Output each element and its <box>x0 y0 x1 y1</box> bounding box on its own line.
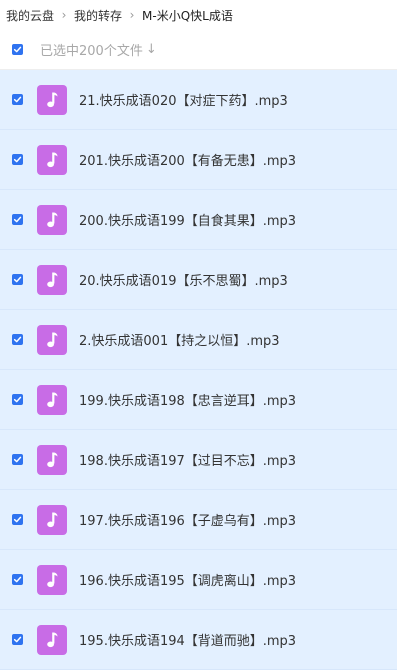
music-note-glyph-icon <box>47 452 58 467</box>
file-checkbox[interactable] <box>12 274 23 285</box>
file-row[interactable]: 21.快乐成语020【对症下药】.mp3 <box>0 70 397 130</box>
music-note-icon <box>37 324 67 355</box>
music-note-glyph-icon <box>47 572 58 587</box>
file-row[interactable]: 195.快乐成语194【背道而驰】.mp3 <box>0 610 397 670</box>
file-name: 199.快乐成语198【忠言逆耳】.mp3 <box>79 394 297 409</box>
check-icon <box>13 636 22 643</box>
file-row[interactable]: 197.快乐成语196【子虚乌有】.mp3 <box>0 490 397 550</box>
music-note-glyph-icon <box>47 92 58 107</box>
file-checkbox[interactable] <box>12 334 23 345</box>
file-list: 21.快乐成语020【对症下药】.mp3 201.快乐成语200【有备无患】.mp… <box>0 70 397 670</box>
music-note-icon <box>37 204 67 235</box>
music-note-glyph-icon <box>47 632 58 647</box>
select-all-checkbox[interactable] <box>12 44 23 55</box>
file-name: 21.快乐成语020【对症下药】.mp3 <box>79 94 288 109</box>
music-note-icon <box>37 264 67 295</box>
music-note-glyph-icon <box>47 332 58 347</box>
file-row[interactable]: 201.快乐成语200【有备无患】.mp3 <box>0 130 397 190</box>
music-note-glyph-icon <box>47 392 58 407</box>
check-icon <box>13 46 22 53</box>
file-name: 197.快乐成语196【子虚乌有】.mp3 <box>79 514 297 529</box>
file-row[interactable]: 200.快乐成语199【自食其果】.mp3 <box>0 190 397 250</box>
file-name: 198.快乐成语197【过目不忘】.mp3 <box>79 454 297 469</box>
file-checkbox[interactable] <box>12 454 23 465</box>
music-note-icon <box>37 624 67 655</box>
music-note-glyph-icon <box>47 512 58 527</box>
selected-count-label: 已选中200个文件 <box>40 44 143 59</box>
music-note-icon <box>37 84 67 115</box>
music-note-icon <box>37 504 67 535</box>
check-icon <box>13 456 22 463</box>
breadcrumb-item-current-folder: M-米小Q快L成语 <box>142 8 233 23</box>
file-name: 196.快乐成语195【调虎离山】.mp3 <box>79 574 297 589</box>
file-name: 201.快乐成语200【有备无患】.mp3 <box>79 154 297 169</box>
file-checkbox[interactable] <box>12 574 23 585</box>
breadcrumb: 我的云盘 › 我的转存 › M-米小Q快L成语 <box>0 0 397 30</box>
sort-arrow-icon[interactable]: ↓ <box>146 42 157 57</box>
check-icon <box>13 396 22 403</box>
music-note-icon <box>37 444 67 475</box>
breadcrumb-item-my-transfers[interactable]: 我的转存 <box>74 7 122 24</box>
file-name: 2.快乐成语001【持之以恒】.mp3 <box>79 334 280 349</box>
check-icon <box>13 156 22 163</box>
file-row[interactable]: 2.快乐成语001【持之以恒】.mp3 <box>0 310 397 370</box>
file-row[interactable]: 199.快乐成语198【忠言逆耳】.mp3 <box>0 370 397 430</box>
breadcrumb-item-my-cloud[interactable]: 我的云盘 <box>6 7 54 24</box>
music-note-glyph-icon <box>47 212 58 227</box>
check-icon <box>13 96 22 103</box>
file-checkbox[interactable] <box>12 94 23 105</box>
music-note-glyph-icon <box>47 272 58 287</box>
check-icon <box>13 276 22 283</box>
file-name: 200.快乐成语199【自食其果】.mp3 <box>79 214 297 229</box>
file-checkbox[interactable] <box>12 394 23 405</box>
music-note-icon <box>37 564 67 595</box>
music-note-glyph-icon <box>47 152 58 167</box>
music-note-icon <box>37 384 67 415</box>
file-checkbox[interactable] <box>12 154 23 165</box>
file-checkbox[interactable] <box>12 514 23 525</box>
file-checkbox[interactable] <box>12 214 23 225</box>
music-note-icon <box>37 144 67 175</box>
check-icon <box>13 576 22 583</box>
check-icon <box>13 336 22 343</box>
chevron-right-icon: › <box>129 8 135 22</box>
file-row[interactable]: 198.快乐成语197【过目不忘】.mp3 <box>0 430 397 490</box>
check-icon <box>13 516 22 523</box>
chevron-right-icon: › <box>61 8 67 22</box>
selection-toolbar: 已选中200个文件 ↓ <box>0 30 397 70</box>
file-row[interactable]: 20.快乐成语019【乐不思蜀】.mp3 <box>0 250 397 310</box>
check-icon <box>13 216 22 223</box>
file-name: 20.快乐成语019【乐不思蜀】.mp3 <box>79 274 288 289</box>
file-name: 195.快乐成语194【背道而驰】.mp3 <box>79 634 297 649</box>
file-checkbox[interactable] <box>12 634 23 645</box>
file-row[interactable]: 196.快乐成语195【调虎离山】.mp3 <box>0 550 397 610</box>
